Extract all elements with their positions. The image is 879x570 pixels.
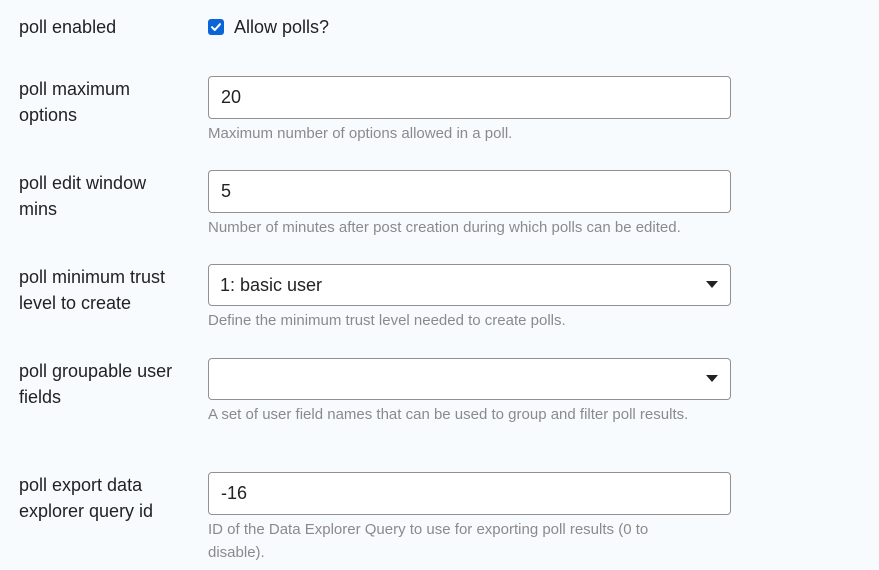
setting-label: poll maximum options [19,79,131,125]
setting-control: A set of user field names that can be us… [208,358,731,426]
setting-label: poll minimum trust level to create [19,267,166,313]
export-query-id-input[interactable]: -16 [208,472,731,515]
caret-down-icon [706,281,718,288]
allow-polls-checkbox[interactable] [208,19,224,35]
admin-poll-settings: poll enabled Allow polls? poll maximum o… [0,0,879,570]
setting-label: poll groupable user fields [19,361,173,407]
setting-description: ID of the Data Explorer Query to use for… [208,521,649,561]
allow-polls-label: Allow polls? [234,16,330,37]
input-value: 20 [221,87,242,107]
setting-description: Number of minutes after post creation du… [208,219,681,236]
setting-control: 5 Number of minutes after post creation … [208,170,731,239]
checkmark-icon [211,23,221,31]
allow-polls-checkbox-row[interactable]: Allow polls? [208,14,731,40]
setting-control: Allow polls? [208,14,731,40]
groupable-user-fields-select[interactable] [208,358,731,400]
select-value: 1: basic user [220,274,323,295]
setting-label: poll enabled [19,17,117,37]
setting-label: poll export data explorer query id [19,475,154,521]
setting-description: Maximum number of options allowed in a p… [208,125,513,142]
setting-control: 20 Maximum number of options allowed in … [208,76,731,145]
poll-maximum-options-input[interactable]: 20 [208,76,731,119]
poll-edit-window-input[interactable]: 5 [208,170,731,213]
setting-description: A set of user field names that can be us… [208,406,689,423]
setting-control: -16 ID of the Data Explorer Query to use… [208,472,731,564]
trust-level-select[interactable]: 1: basic user [208,264,731,306]
setting-control: 1: basic user Define the minimum trust l… [208,264,731,332]
setting-description: Define the minimum trust level needed to… [208,312,566,329]
input-value: -16 [221,483,248,503]
setting-label: poll edit window mins [19,173,147,219]
input-value: 5 [221,181,232,201]
caret-down-icon [706,375,718,382]
